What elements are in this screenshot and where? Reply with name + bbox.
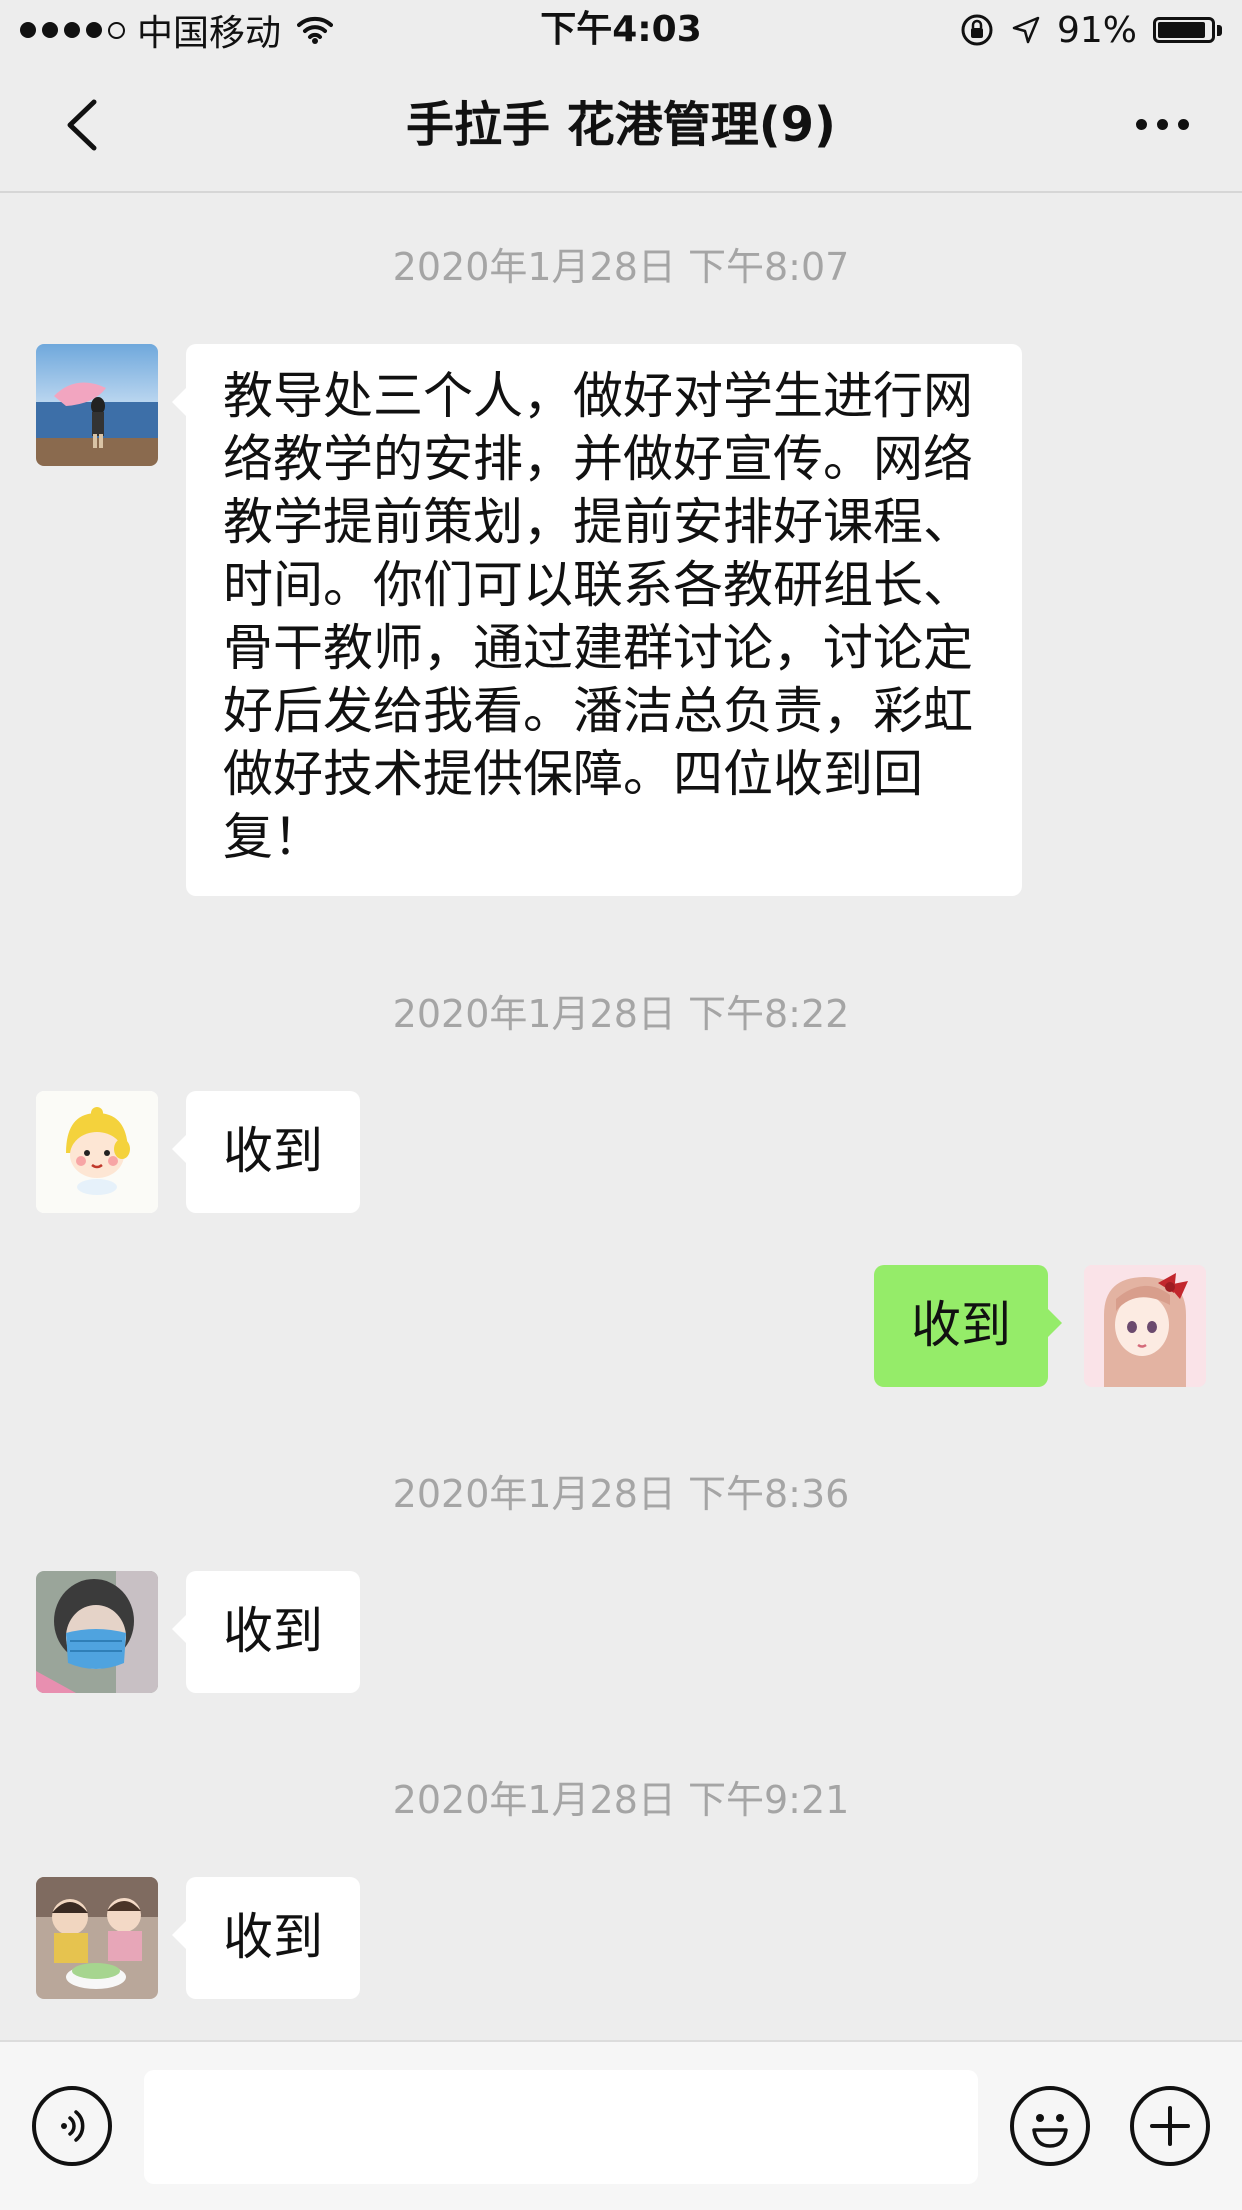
avatar-cartoon-child-yellow-hat[interactable] (36, 1091, 158, 1213)
chevron-left-icon[interactable] (50, 90, 120, 160)
message-text: 收到 (223, 1908, 323, 1966)
battery-percent: 91% (1056, 9, 1137, 51)
outgoing-message-bubble[interactable]: 收到 (874, 1265, 1062, 1387)
plus-circle-icon[interactable] (1130, 2086, 1210, 2166)
message-timestamp: 2020年1月28日 下午9:21 (392, 1778, 850, 1822)
message-bubble[interactable]: 收到 (172, 1571, 360, 1693)
message-text: 收到 (223, 1602, 323, 1660)
battery-icon (1153, 17, 1222, 43)
avatar-person-blue-mask[interactable] (36, 1571, 158, 1693)
message-timestamp: 2020年1月28日 下午8:22 (392, 992, 850, 1036)
avatar-girl-by-lake[interactable] (36, 344, 158, 466)
chat-title: 手拉手 花港管理(9) (406, 97, 836, 153)
avatar-anime-girl-red-bow[interactable] (1084, 1265, 1206, 1387)
avatar-two-kids-with-cake[interactable] (36, 1877, 158, 1999)
message-bubble[interactable]: 收到 (172, 1091, 360, 1213)
message-bubble[interactable]: 收到 (172, 1877, 360, 1999)
message-timestamp: 2020年1月28日 下午8:07 (392, 245, 850, 289)
message-text: 教导处三个人，做好对学生进行网络教学的安排，并做好宣传。网络教学提前策划，提前安… (223, 367, 973, 866)
input-bar (0, 2040, 1242, 2210)
voice-icon[interactable] (32, 2086, 112, 2166)
emoji-icon[interactable] (1010, 2086, 1090, 2166)
chat-header: 手拉手 花港管理(9) (0, 60, 1242, 193)
status-bar: 中国移动 下午4:03 91% (0, 0, 1242, 60)
message-text: 收到 (911, 1296, 1011, 1354)
message-input[interactable] (144, 2070, 978, 2184)
ellipsis-icon[interactable] (1122, 102, 1202, 146)
status-right: 91% (959, 8, 1222, 52)
location-arrow-icon (1012, 16, 1040, 44)
message-timestamp: 2020年1月28日 下午8:36 (392, 1472, 850, 1516)
orientation-lock-icon (961, 14, 993, 46)
message-bubble[interactable]: 教导处三个人，做好对学生进行网络教学的安排，并做好宣传。网络教学提前策划，提前安… (172, 344, 1022, 896)
message-text: 收到 (223, 1122, 323, 1180)
